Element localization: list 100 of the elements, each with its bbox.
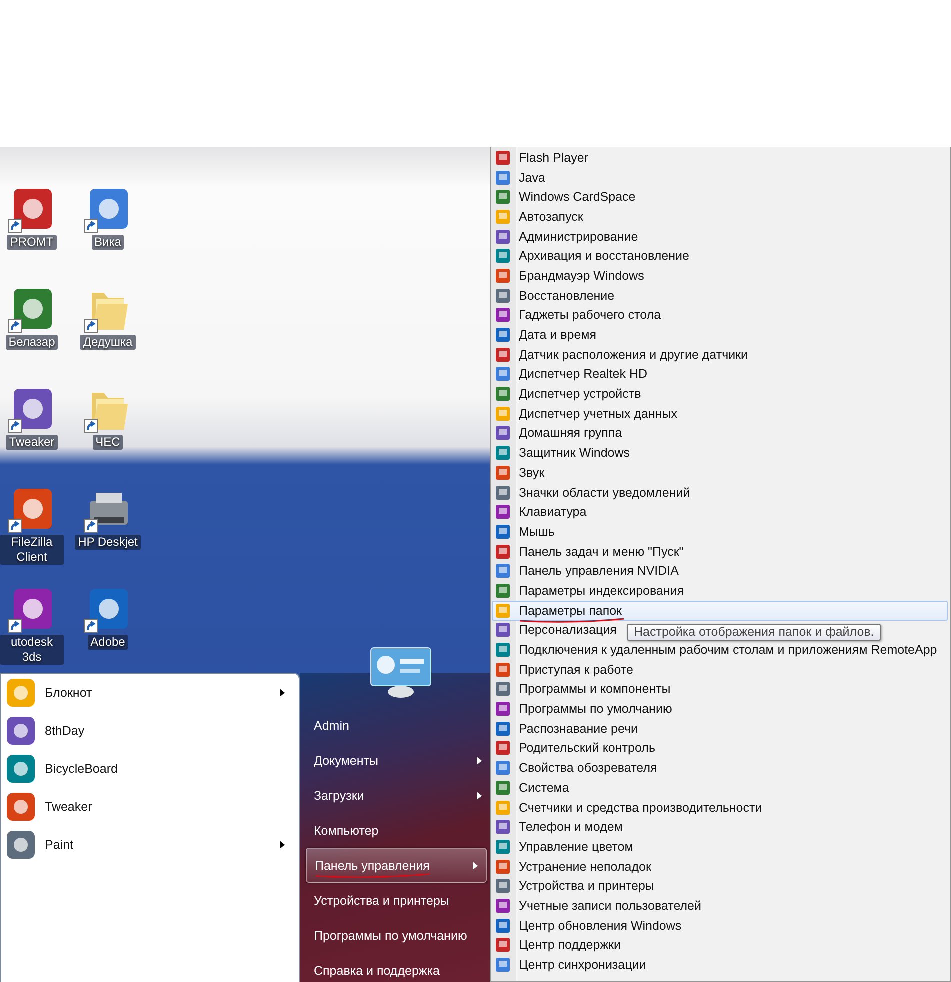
menu-item[interactable]: Java: [492, 168, 550, 188]
menu-item[interactable]: Параметры индексирования: [492, 581, 690, 601]
menu-item[interactable]: Диспетчер учетных данных: [492, 404, 683, 424]
control-panel-icon: [495, 819, 511, 836]
menu-item[interactable]: Программы и компоненты: [492, 680, 676, 700]
menu-item[interactable]: Программы по умолчанию: [492, 699, 678, 719]
desktop-icon-label[interactable]: utodesk 3ds: [0, 635, 64, 665]
control-panel-icon: [495, 858, 511, 875]
menu-item[interactable]: Центр синхронизации: [492, 955, 652, 975]
menu-item[interactable]: Управление цветом: [492, 837, 638, 857]
control-panel-icon: [495, 504, 511, 520]
menu-item[interactable]: Устройства и принтеры: [492, 876, 660, 896]
start-menu-link[interactable]: Устройства и принтеры: [300, 883, 490, 918]
program-icon: [5, 753, 37, 785]
program-item[interactable]: Tweaker: [1, 788, 299, 826]
start-menu-link[interactable]: Справка и поддержка: [300, 953, 490, 982]
menu-item[interactable]: Диспетчер устройств: [492, 384, 646, 404]
program-item[interactable]: Paint: [1, 826, 299, 864]
menu-item[interactable]: Персонализация: [492, 620, 622, 640]
control-panel-icon: [495, 327, 511, 344]
submenu-arrow-icon: [280, 841, 285, 849]
menu-item[interactable]: Дата и время: [492, 325, 602, 345]
desktop-icon-label[interactable]: PROMT: [7, 235, 57, 250]
shortcut-arrow-icon: [84, 219, 98, 233]
desktop-icon-label[interactable]: HP Deskjet: [75, 535, 141, 550]
menu-item[interactable]: Параметры папок: [492, 600, 948, 620]
control-panel-icon: [495, 208, 511, 225]
desktop-icon-label[interactable]: ЧЕС: [92, 435, 124, 450]
program-item[interactable]: BicycleBoard: [1, 750, 299, 788]
menu-item[interactable]: Подключения к удаленным рабочим столам и приложениям RemoteApp: [492, 640, 942, 660]
menu-item[interactable]: Архивация и восстановление: [492, 246, 694, 266]
menu-item[interactable]: Защитник Windows: [492, 443, 636, 463]
menu-item[interactable]: Панель управления NVIDIA: [492, 561, 684, 582]
program-icon: [5, 829, 37, 861]
program-item[interactable]: 8thDay: [1, 712, 299, 750]
menu-item[interactable]: Брандмауэр Windows: [492, 266, 650, 286]
control-panel-icon: [495, 464, 511, 481]
start-menu-link[interactable]: Программы по умолчанию: [300, 918, 490, 953]
start-menu-link[interactable]: Admin: [300, 708, 490, 743]
control-panel-icon: [495, 366, 511, 382]
shortcut-arrow-icon: [8, 419, 22, 433]
menu-item[interactable]: Приступая к работе: [492, 660, 638, 680]
menu-item[interactable]: Гаджеты рабочего стола: [492, 306, 666, 326]
menu-item[interactable]: Учетные записи пользователей: [492, 896, 706, 916]
menu-item[interactable]: Flash Player: [492, 148, 594, 168]
submenu-arrow-icon: [280, 689, 285, 697]
menu-item[interactable]: Свойства обозревателя: [492, 758, 662, 778]
program-item[interactable]: Блокнот: [1, 674, 299, 712]
menu-item[interactable]: Система: [492, 778, 574, 798]
start-menu-link[interactable]: Панель управления: [306, 848, 487, 883]
desktop-icon-label[interactable]: Вика: [92, 235, 124, 250]
menu-item[interactable]: Центр обновления Windows: [492, 916, 687, 936]
start-menu-link[interactable]: Загрузки: [300, 778, 490, 813]
control-panel-icon: [495, 602, 511, 619]
control-panel-icon: [495, 838, 511, 855]
control-panel-icon: [495, 524, 511, 540]
shortcut-arrow-icon: [8, 519, 22, 533]
menu-item[interactable]: Датчик расположения и другие датчики: [492, 344, 754, 365]
desktop-icon-label[interactable]: Дедушка: [80, 335, 136, 350]
menu-item[interactable]: Центр поддержки: [492, 936, 626, 956]
menu-item[interactable]: Панель задач и меню "Пуск": [492, 542, 689, 562]
shortcut-arrow-icon: [84, 619, 98, 633]
start-menu-link[interactable]: Документы: [300, 743, 490, 778]
control-panel-icon: [495, 957, 511, 974]
program-icon: [5, 791, 37, 823]
menu-item[interactable]: Диспетчер Realtek HD: [492, 364, 653, 384]
menu-item[interactable]: Мышь: [492, 522, 560, 542]
menu-item[interactable]: Счетчики и средства производительности: [492, 798, 768, 818]
submenu-arrow-icon: [473, 862, 478, 870]
menu-item[interactable]: Windows CardSpace: [492, 187, 641, 208]
menu-item[interactable]: Восстановление: [492, 286, 620, 306]
control-panel-icon: [495, 800, 511, 816]
control-panel-icon: [495, 760, 511, 776]
menu-item[interactable]: Автозапуск: [492, 207, 588, 227]
desktop-icon-label[interactable]: Adobe: [88, 635, 128, 650]
control-panel-icon: [495, 288, 511, 304]
desktop-icon-label[interactable]: Белазар: [6, 335, 58, 350]
menu-item[interactable]: Домашняя группа: [492, 424, 628, 444]
menu-item[interactable]: Администрирование: [492, 226, 644, 246]
control-panel-icon: [495, 544, 511, 560]
user-picture-icon: [370, 647, 432, 699]
control-panel-icon: [495, 740, 511, 756]
control-panel-icon: [495, 662, 511, 678]
control-panel-icon: [495, 170, 511, 186]
start-menu-link[interactable]: Компьютер: [300, 813, 490, 848]
menu-item[interactable]: Телефон и модем: [492, 817, 628, 838]
menu-item[interactable]: Устранение неполадок: [492, 856, 656, 876]
shortcut-arrow-icon: [8, 219, 22, 233]
menu-item[interactable]: Значки области уведомлений: [492, 482, 696, 502]
control-panel-icon: [495, 622, 511, 638]
menu-item[interactable]: Распознавание речи: [492, 718, 644, 739]
control-panel-icon: [495, 937, 511, 954]
program-icon: [5, 677, 37, 709]
desktop-icon-label[interactable]: Tweaker: [6, 435, 58, 450]
menu-item[interactable]: Родительский контроль: [492, 738, 660, 758]
control-panel-icon: [495, 484, 511, 501]
control-panel-icon: [495, 642, 511, 658]
desktop-icon-label[interactable]: FileZilla Client: [0, 535, 64, 565]
menu-item[interactable]: Клавиатура: [492, 502, 592, 522]
menu-item[interactable]: Звук: [492, 463, 550, 483]
